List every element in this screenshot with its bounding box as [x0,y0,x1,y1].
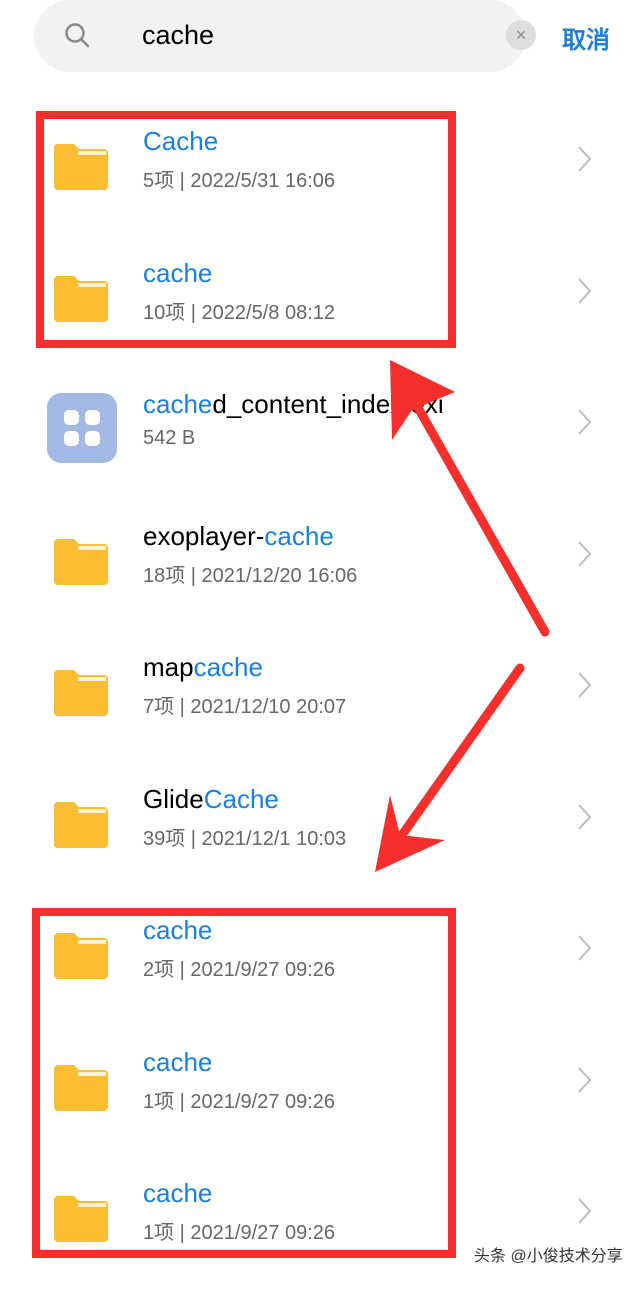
watermark: 头条 @小俊技术分享 [474,1248,623,1265]
arrowhead-down [375,795,445,872]
arrow-up [403,385,550,637]
arrow-down [390,663,525,850]
annotation-arrows [375,360,550,872]
arrowhead-up [390,360,455,440]
